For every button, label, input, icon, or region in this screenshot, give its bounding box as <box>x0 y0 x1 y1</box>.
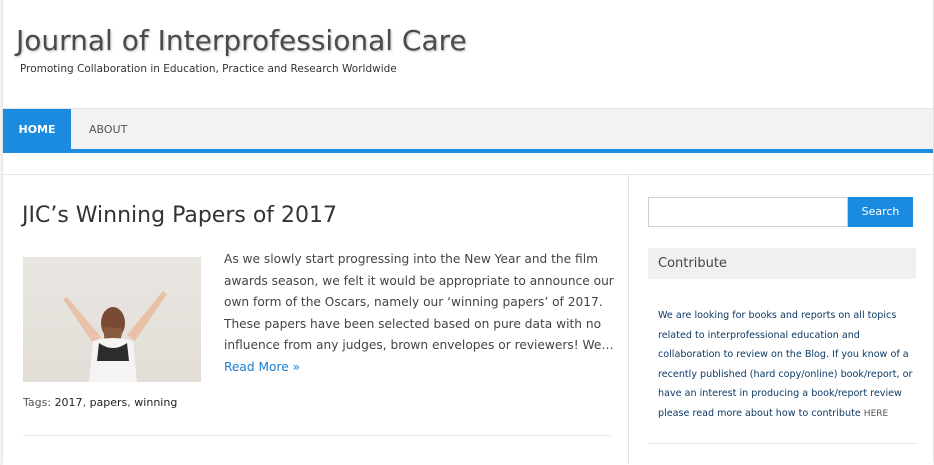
main-nav: HOME ABOUT <box>3 108 933 150</box>
site-title[interactable]: Journal of Interprofessional Care <box>16 24 467 57</box>
post-thumbnail[interactable] <box>23 257 201 382</box>
site-header: Journal of Interprofessional Care Promot… <box>3 0 933 108</box>
nav-item-about[interactable]: ABOUT <box>89 109 127 150</box>
nav-accent-bar <box>3 149 933 153</box>
contribute-text: We are looking for books and reports on … <box>658 306 916 424</box>
widget-separator <box>648 443 916 444</box>
search-input[interactable] <box>648 197 848 227</box>
post-separator <box>23 435 611 436</box>
woman-arms-raised-photo-icon <box>23 257 201 382</box>
tag-link[interactable]: papers <box>90 396 128 409</box>
post-title[interactable]: JIC’s Winning Papers of 2017 <box>22 203 337 228</box>
post-excerpt-text: As we slowly start progressing into the … <box>224 252 614 352</box>
tag-link[interactable]: 2017 <box>55 396 83 409</box>
read-more-link[interactable]: Read More » <box>224 360 300 374</box>
search-button[interactable]: Search <box>848 197 913 227</box>
contribute-here-link[interactable]: HERE <box>864 409 888 419</box>
page: Journal of Interprofessional Care Promot… <box>2 0 934 465</box>
widget-title-contribute: Contribute <box>648 248 916 279</box>
post-excerpt: As we slowly start progressing into the … <box>224 249 616 378</box>
nav-item-home[interactable]: HOME <box>3 109 71 150</box>
site-description: Promoting Collaboration in Education, Pr… <box>20 63 397 75</box>
post-tags: Tags: 2017, papers, winning <box>23 396 178 409</box>
tag-link[interactable]: winning <box>134 396 177 409</box>
sidebar-divider <box>628 174 629 464</box>
tags-label: Tags: <box>23 396 52 409</box>
contribute-body: We are looking for books and reports on … <box>658 310 913 419</box>
